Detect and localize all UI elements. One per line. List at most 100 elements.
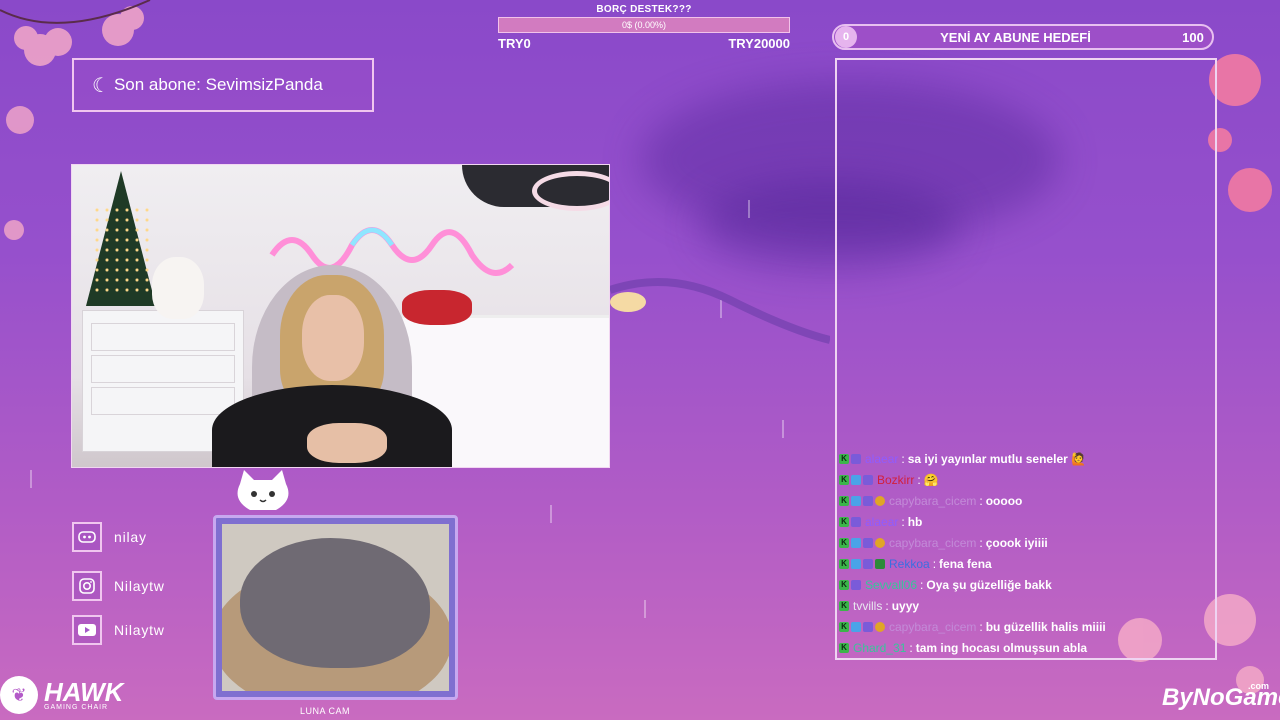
chat-badge-mod-icon: [875, 559, 885, 569]
chat-badge-blue-icon: [851, 496, 861, 506]
chat-message: Ktvvills: uyyy: [839, 598, 919, 614]
chat-message: K Ghard_31: tam ing hocası olmuşsun abla: [839, 640, 1087, 656]
instagram-icon: [72, 571, 102, 601]
chat-badge-k-icon: K: [839, 601, 849, 611]
cat-cam: [213, 515, 458, 700]
cat-cam-video: [222, 524, 449, 691]
chat-badge-blue-icon: [851, 622, 861, 632]
chat-message: K Sevvall06: Oya şu güzelliğe bakk: [839, 577, 1052, 593]
rain-drop: [782, 420, 784, 438]
chat-badge-k-icon: K: [839, 517, 849, 527]
bynogame-logo-suffix: .com: [1248, 681, 1270, 691]
cat-cam-label: LUNA CAM: [300, 706, 351, 716]
chat-badge-n-icon: [863, 496, 873, 506]
rain-drop: [748, 200, 750, 218]
red-pillow: [402, 290, 472, 325]
chat-badge-k-icon: K: [839, 622, 849, 632]
social-handle: Nilaytw: [114, 578, 165, 594]
street-lamp-illustration: [610, 278, 830, 344]
chat-separator: :: [920, 578, 924, 592]
donation-min-label: TRY0: [498, 36, 531, 51]
chat-message: Kcapybara_cicem: bu güzellik halis miiii: [839, 619, 1106, 635]
subscription-goal-bar: 0 YENİ AY ABUNE HEDEFİ 100: [832, 24, 1214, 50]
rain-drop: [30, 470, 32, 488]
chat-badge-blue-icon: [851, 538, 861, 548]
chat-badge-blue-icon: [851, 559, 861, 569]
cherry-blossom-decoration: [4, 106, 34, 240]
chat-text: hb: [907, 515, 923, 529]
chat-separator: :: [979, 620, 983, 634]
chat-username[interactable]: capybara_cicem: [889, 620, 976, 634]
sleeping-cat: [240, 538, 430, 668]
chat-username[interactable]: alaear: [865, 515, 898, 529]
social-youtube[interactable]: Nilaytw: [72, 615, 165, 645]
chat-text: uyyy: [891, 599, 920, 613]
chat-text: çoook iyiiii: [985, 536, 1048, 550]
cat-face-icon: [237, 470, 289, 510]
chat-text: 🤗: [923, 473, 939, 487]
chat-text: Oya şu güzelliğe bakk: [926, 578, 1052, 592]
chat-message: K Rekkoa: fena fena: [839, 556, 992, 572]
streamer-webcam: [71, 164, 610, 468]
chat-badge-gold-icon: [875, 538, 885, 548]
social-discord[interactable]: nilay: [72, 522, 147, 552]
hawk-logo: ❦ HAWK GAMING CHAIR: [0, 676, 123, 714]
chat-badge-n-icon: [851, 454, 861, 464]
subgoal-target: 100: [1182, 29, 1204, 45]
chat-username[interactable]: Bozkirr: [877, 473, 914, 487]
chat-separator: :: [909, 641, 913, 655]
chat-text: fena fena: [939, 557, 992, 571]
rain-drop: [550, 505, 552, 523]
chat-separator: :: [901, 515, 905, 529]
chat-badge-k-icon: K: [839, 643, 849, 653]
donation-goal-widget: BORÇ DESTEK??? 0$ (0.00%) TRY0 TRY20000: [498, 4, 790, 51]
chat-badge-n-icon: [851, 580, 861, 590]
christmas-lights: [92, 205, 152, 295]
chat-badge-k-icon: K: [839, 496, 849, 506]
chat-separator: :: [901, 452, 905, 466]
donation-progress-bar: 0$ (0.00%): [498, 17, 790, 33]
social-handle: Nilaytw: [114, 622, 165, 638]
chat-username[interactable]: Rekkoa: [889, 557, 930, 571]
subgoal-label: YENİ AY ABUNE HEDEFİ: [940, 29, 1091, 45]
hawk-logo-text: HAWK: [44, 676, 124, 707]
teddy-bear: [152, 257, 204, 319]
chat-separator: :: [979, 536, 983, 550]
chat-badge-n-icon: [863, 475, 873, 485]
chat-separator: :: [979, 494, 983, 508]
chat-message: Kcapybara_cicem: çoook iyiiii: [839, 535, 1048, 551]
donation-max-label: TRY20000: [728, 36, 790, 51]
chat-message: K Bozkirr: 🤗: [839, 472, 939, 488]
chat-separator: :: [917, 473, 921, 487]
chat-username[interactable]: Ghard_31: [853, 641, 906, 655]
chat-text: tam ing hocası olmuşsun abla: [915, 641, 1088, 655]
chat-badge-n-icon: [851, 517, 861, 527]
feather-icon: ❦: [0, 676, 38, 714]
chat-separator: :: [885, 599, 889, 613]
chat-text: sa iyi yayınlar mutlu seneler 🙋: [907, 452, 1087, 466]
chat-badge-k-icon: K: [839, 538, 849, 548]
chat-message: Kalaear: sa iyi yayınlar mutlu seneler 🙋: [839, 451, 1086, 467]
chat-text: ooooo: [985, 494, 1023, 508]
social-instagram[interactable]: Nilaytw: [72, 571, 165, 601]
chat-badge-blue-icon: [851, 475, 861, 485]
chat-badge-gold-icon: [875, 622, 885, 632]
chat-text: bu güzellik halis miiii: [985, 620, 1106, 634]
bynogame-logo: ByNoGame .com: [1162, 681, 1280, 712]
subgoal-current: 0: [835, 26, 857, 48]
streamer-hands: [307, 423, 387, 463]
chat-badge-n-icon: [863, 538, 873, 548]
chat-badge-k-icon: K: [839, 475, 849, 485]
chat-username[interactable]: capybara_cicem: [889, 536, 976, 550]
chat-badge-n-icon: [863, 622, 873, 632]
last-subscriber-box: ☾ Son abone: SevimsizPanda: [72, 58, 374, 112]
youtube-icon: [72, 615, 102, 645]
discord-icon: [72, 522, 102, 552]
rain-drop: [644, 600, 646, 618]
chat-badge-k-icon: K: [839, 454, 849, 464]
chat-username[interactable]: tvvills: [853, 599, 882, 613]
chat-username[interactable]: Sevvall06: [865, 578, 917, 592]
chat-username[interactable]: alaear: [865, 452, 898, 466]
chat-username[interactable]: capybara_cicem: [889, 494, 976, 508]
donation-title: BORÇ DESTEK???: [596, 4, 692, 15]
